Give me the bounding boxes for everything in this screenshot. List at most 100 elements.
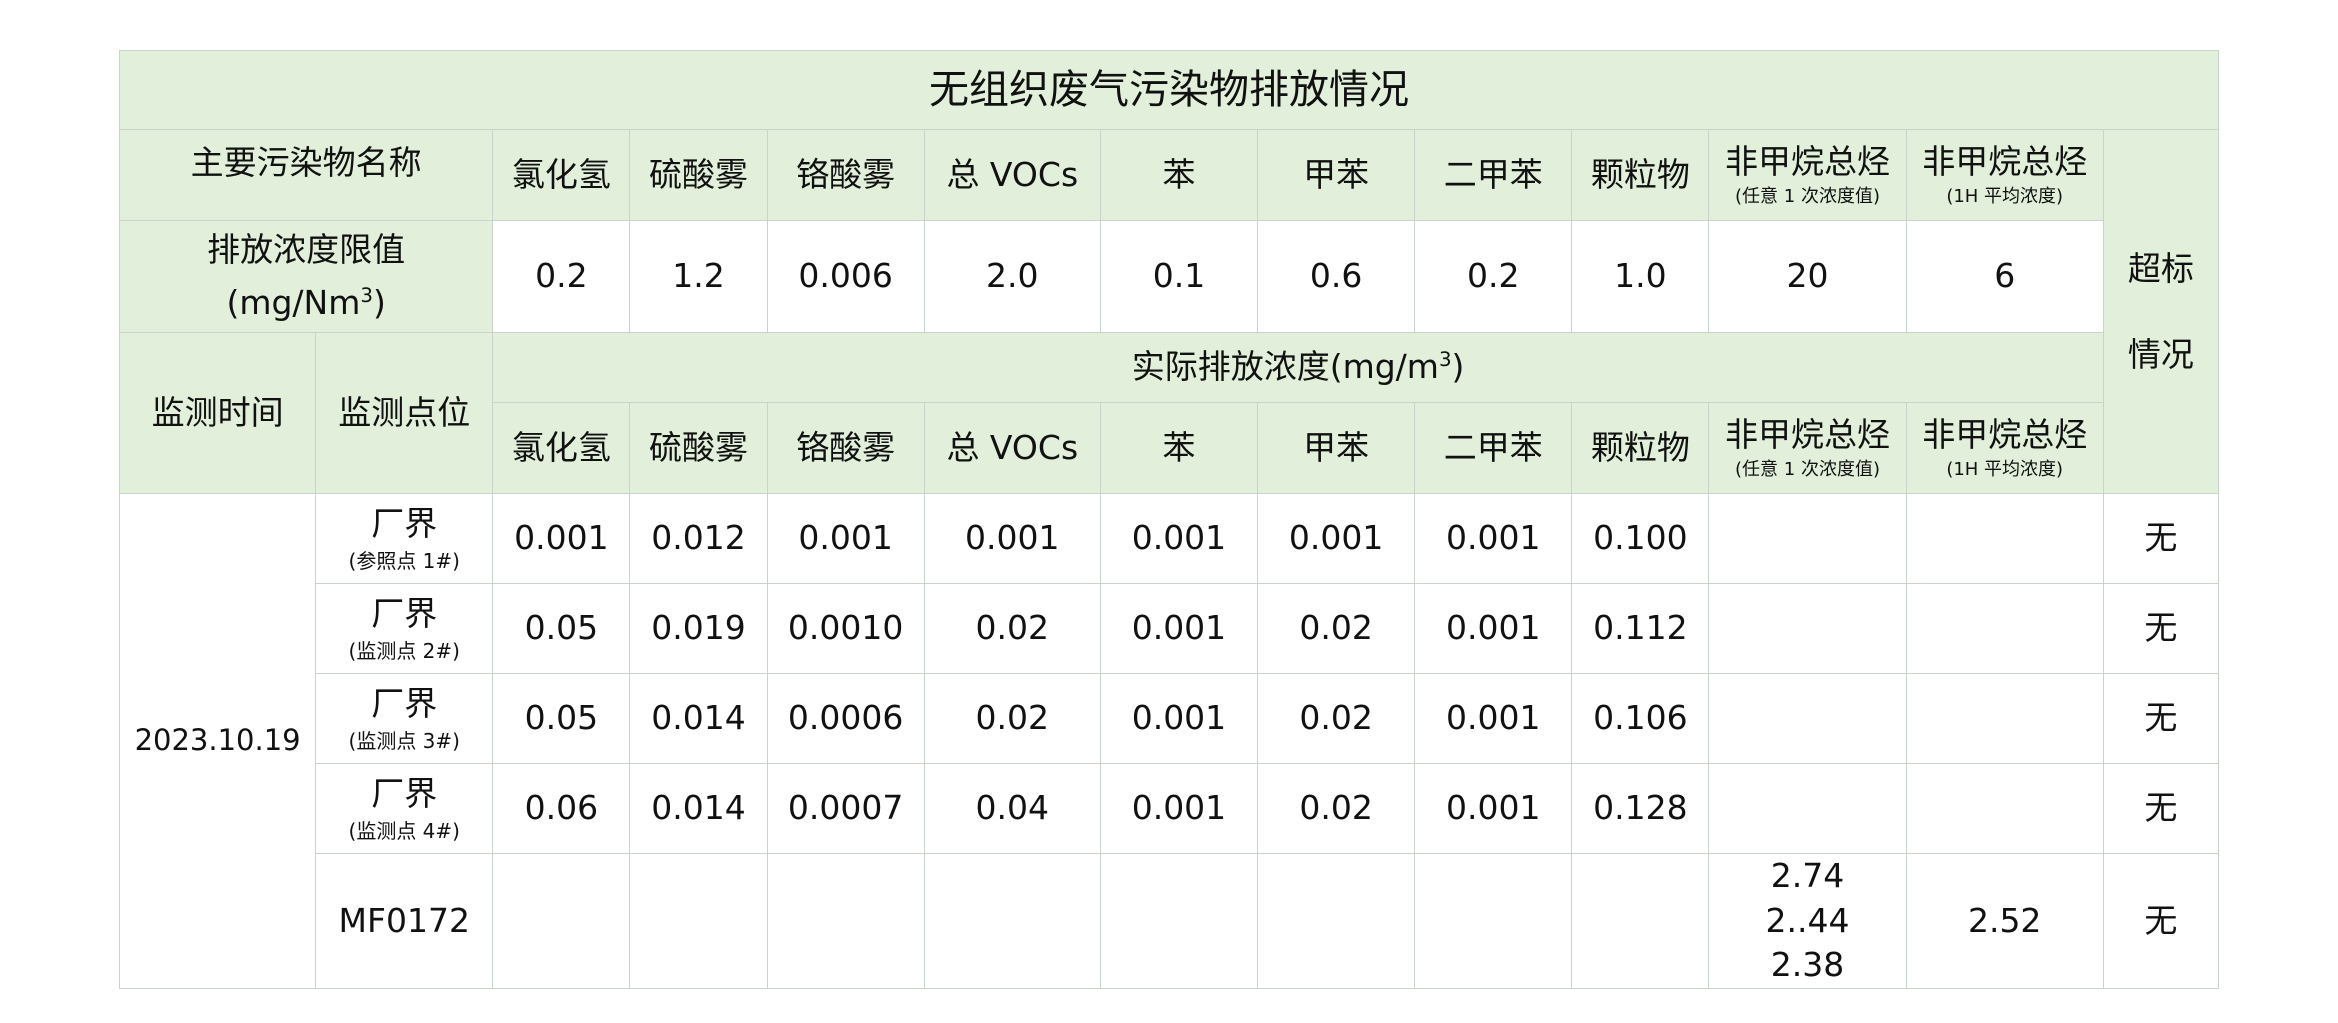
nmhc-any-values: 2.74 2..44 2.38	[1708, 853, 1907, 989]
value-cell	[1571, 853, 1710, 989]
exceed-cell: 无	[2102, 493, 2220, 584]
value-cell: 0.012	[629, 493, 768, 584]
value-cell: 0.0007	[766, 763, 925, 854]
value-cell: 0.02	[923, 583, 1101, 674]
pollutant-note: (1H 平均浓度)	[1946, 185, 2064, 207]
pollutant-name: 非甲烷总烃	[1922, 414, 2088, 454]
pollutant-header: 甲苯	[1257, 129, 1416, 221]
site-cell: 厂界 (监测点 2#)	[315, 583, 494, 674]
value-cell	[1905, 673, 2104, 764]
monitor-point-label: 监测点位	[315, 332, 494, 494]
value-cell: 0.001	[1414, 493, 1573, 584]
limit-value: 1.2	[629, 220, 768, 333]
value-cell: 0.04	[923, 763, 1101, 854]
exceed-label-2: 情况	[2127, 334, 2194, 374]
limit-value: 2.0	[923, 220, 1101, 333]
pollutant-name: 非甲烷总烃	[1725, 414, 1891, 454]
value-cell: 0.100	[1571, 493, 1710, 584]
value-cell	[1708, 493, 1907, 584]
value-cell: 0.02	[1257, 763, 1416, 854]
site-cell: 厂界 (参照点 1#)	[315, 493, 494, 584]
value-cell: 0.128	[1571, 763, 1710, 854]
monitor-date: 2023.10.19	[118, 493, 317, 989]
pollutant-note: (任意 1 次浓度值)	[1735, 185, 1880, 207]
pollutant-header: 氯化氢	[492, 402, 631, 494]
value-cell: 0.001	[1414, 763, 1573, 854]
value-cell: 0.001	[1414, 583, 1573, 674]
nmhc-any-value: 2.74	[1770, 856, 1845, 896]
actual-conc-label: 实际排放浓度(mg/m3)	[492, 332, 2104, 403]
pollutant-header: 苯	[1099, 402, 1259, 494]
site-name: 厂界	[371, 684, 438, 724]
table-title: 无组织废气污染物排放情况	[119, 50, 2219, 130]
value-cell: 0.001	[1099, 673, 1259, 764]
limit-label: 排放浓度限值 (mg/Nm3)	[118, 220, 494, 333]
site-note: (监测点 2#)	[348, 638, 460, 663]
exceed-label-1: 超标	[2127, 248, 2194, 288]
value-cell: 0.02	[1257, 583, 1416, 674]
value-cell: 0.05	[492, 583, 631, 674]
value-cell	[1905, 493, 2104, 584]
value-cell	[1708, 673, 1907, 764]
pollutant-header: 颗粒物	[1571, 129, 1710, 221]
value-cell	[492, 853, 631, 989]
value-cell: 0.06	[492, 763, 631, 854]
limit-value: 20	[1708, 220, 1907, 333]
value-cell: 0.001	[1414, 673, 1573, 764]
value-cell: 0.0006	[766, 673, 925, 764]
pollutant-header: 苯	[1099, 129, 1259, 221]
site-name: 厂界	[371, 504, 438, 544]
value-cell: 0.001	[1099, 493, 1259, 584]
limit-value: 0.1	[1099, 220, 1259, 333]
value-cell	[629, 853, 768, 989]
value-cell	[923, 853, 1101, 989]
value-cell: 0.001	[766, 493, 925, 584]
limit-value: 6	[1905, 220, 2104, 333]
value-cell: 0.112	[1571, 583, 1710, 674]
table-row: 厂界 (监测点 3#) 0.05 0.014 0.0006 0.02 0.001…	[120, 673, 2220, 764]
pollutant-header: 铬酸雾	[766, 402, 925, 494]
table-row: 厂界 (监测点 2#) 0.05 0.019 0.0010 0.02 0.001…	[120, 583, 2220, 674]
value-cell	[1708, 583, 1907, 674]
monitor-time-label: 监测时间	[118, 332, 317, 494]
limit-value: 0.6	[1257, 220, 1416, 333]
value-cell	[1414, 853, 1573, 989]
table-row: 2023.10.19 厂界 (参照点 1#) 0.001 0.012 0.001…	[118, 493, 2220, 989]
site-cell: 厂界 (监测点 3#)	[315, 673, 494, 764]
pollutant-header: 非甲烷总烃 (任意 1 次浓度值)	[1708, 129, 1907, 221]
limit-value: 0.006	[766, 220, 925, 333]
pollutant-note: (任意 1 次浓度值)	[1735, 458, 1880, 480]
exceed-cell: 无	[2102, 673, 2220, 764]
pollutant-header: 总 VOCs	[923, 402, 1101, 494]
pollutant-header: 非甲烷总烃 (任意 1 次浓度值)	[1708, 402, 1907, 494]
pollutant-header: 非甲烷总烃 (1H 平均浓度)	[1905, 129, 2104, 221]
exceed-cell: 无	[2102, 763, 2220, 854]
site-note: (参照点 1#)	[348, 548, 460, 573]
site-name: 厂界	[371, 594, 438, 634]
value-cell	[1905, 583, 2104, 674]
limit-value: 1.0	[1571, 220, 1710, 333]
limit-row: 排放浓度限值 (mg/Nm3) 0.2 1.2 0.006 2.0 0.1 0.…	[118, 220, 2219, 333]
pollutant-header: 硫酸雾	[629, 129, 768, 221]
main-pollutant-name-label: 主要污染物名称	[118, 129, 494, 221]
pollutant-header: 总 VOCs	[923, 129, 1101, 221]
value-cell: 0.019	[629, 583, 768, 674]
value-cell	[1099, 853, 1259, 989]
value-cell: 0.001	[1099, 583, 1259, 674]
pollutant-header: 硫酸雾	[629, 402, 768, 494]
value-cell: 0.001	[1257, 493, 1416, 584]
value-cell: 0.02	[923, 673, 1101, 764]
value-cell	[1905, 763, 2104, 854]
value-cell: 0.014	[629, 673, 768, 764]
exceed-cell: 无	[2102, 583, 2220, 674]
value-cell: 0.001	[492, 493, 631, 584]
limit-value: 0.2	[492, 220, 631, 333]
value-cell: 0.05	[492, 673, 631, 764]
site-name: 厂界	[371, 774, 438, 814]
value-cell: 0.014	[629, 763, 768, 854]
site-note: (监测点 4#)	[348, 818, 460, 843]
value-cell	[1708, 763, 1907, 854]
value-cell: 0.0010	[766, 583, 925, 674]
nmhc-any-value: 2..44	[1765, 900, 1850, 940]
nmhc-any-value: 2.38	[1770, 945, 1845, 985]
